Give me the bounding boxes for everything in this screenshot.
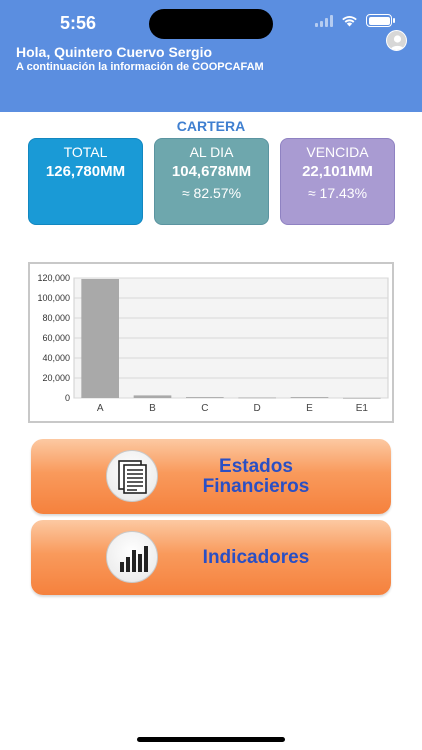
status-time: 5:56 — [60, 13, 97, 33]
chart-bar — [185, 397, 224, 398]
document-icon — [106, 450, 158, 502]
indicadores-label: Indicadores — [202, 546, 310, 568]
user-avatar-icon[interactable] — [386, 30, 407, 51]
chart-y-tick-label: 80,000 — [42, 313, 70, 323]
dynamic-island — [149, 9, 273, 39]
estados-financieros-button[interactable]: Estados Financieros — [31, 439, 391, 514]
card-al-dia-label: AL DIA — [189, 144, 234, 160]
chart-y-tick-label: 60,000 — [42, 333, 70, 343]
chart-x-tick-label: C — [201, 403, 208, 414]
card-vencida-percent: ≈ 17.43% — [307, 185, 368, 201]
battery-icon — [366, 14, 395, 27]
chart-bar — [290, 397, 329, 398]
chart-x-tick-label: D — [254, 403, 261, 414]
indicadores-button[interactable]: Indicadores — [31, 520, 391, 595]
bar-chart-icon — [106, 531, 158, 583]
cartera-bar-chart: 0 20,000 40,000 60,000 80,000 100,000 120,000 A… — [28, 262, 394, 423]
card-total-label: TOTAL — [63, 144, 108, 160]
chart-y-tick-label: 100,000 — [37, 293, 70, 303]
card-total-value: 126,780MM — [45, 163, 126, 180]
estados-label-line1: Estados — [219, 455, 293, 477]
cellular-signal-icon — [315, 14, 333, 27]
chart-bar — [342, 397, 381, 399]
chart-x-tick-label: E1 — [356, 403, 369, 414]
home-indicator[interactable] — [137, 737, 285, 742]
card-vencida-value: 22,101MM — [302, 163, 373, 180]
card-vencida[interactable]: VENCIDA 22,101MM ≈ 17.43% — [280, 138, 395, 225]
app-screen: 5:56 Hola, Quintero Cuervo Sergio A cont… — [0, 0, 422, 750]
chart-y-tick-label: 20,000 — [42, 373, 70, 383]
status-icons — [315, 14, 395, 27]
card-al-dia-value: 104,678MM — [171, 163, 252, 180]
chart-y-tick-label: 0 — [65, 393, 70, 403]
card-al-dia-percent: ≈ 82.57% — [181, 185, 242, 201]
chart-y-tick-label: 40,000 — [42, 353, 70, 363]
chart-bar — [81, 279, 120, 398]
chart-x-tick-label: A — [97, 403, 104, 414]
chart-bar — [133, 395, 172, 398]
card-vencida-label: VENCIDA — [306, 144, 369, 160]
chart-x-tick-label: B — [149, 403, 156, 414]
chart-y-tick-label: 120,000 — [37, 273, 70, 283]
cartera-title: CARTERA — [176, 118, 246, 134]
card-al-dia[interactable]: AL DIA 104,678MM ≈ 82.57% — [154, 138, 269, 225]
estados-label-line2: Financieros — [202, 475, 310, 497]
header-bar: 5:56 Hola, Quintero Cuervo Sergio A cont… — [0, 0, 422, 112]
wifi-icon — [342, 16, 357, 27]
header-subtitle: A continuación la información de COOPCAF… — [16, 61, 264, 73]
card-total[interactable]: TOTAL 126,780MM — [28, 138, 143, 225]
chart-canvas: 0 20,000 40,000 60,000 80,000 100,000 120,000 A… — [37, 273, 389, 414]
chart-bar — [238, 397, 277, 399]
greeting-text: Hola, Quintero Cuervo Sergio — [16, 44, 213, 60]
estados-financieros-label: Estados Financieros — [171, 439, 341, 514]
status-bar: 5:56 — [0, 0, 422, 46]
chart-x-tick-label: E — [306, 403, 313, 414]
